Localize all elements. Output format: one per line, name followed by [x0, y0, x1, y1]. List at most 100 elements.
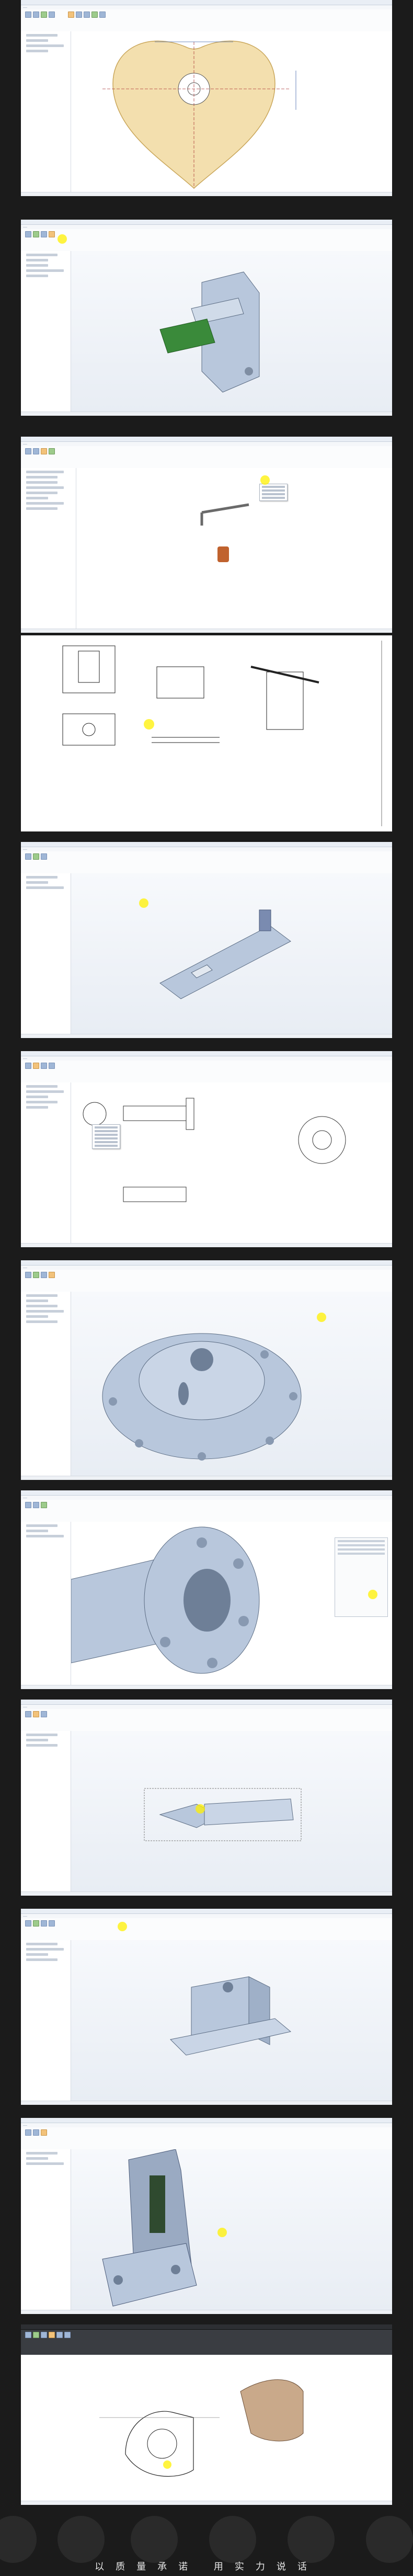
tree-item[interactable]	[26, 1294, 58, 1297]
tool-icon[interactable]	[84, 12, 90, 18]
tool-icon[interactable]	[25, 853, 31, 860]
tool-icon[interactable]	[49, 1063, 55, 1069]
menu-item[interactable]	[23, 849, 27, 850]
graphics-window[interactable]	[71, 1082, 392, 1244]
menu-option[interactable]	[262, 486, 285, 488]
tool-icon[interactable]	[25, 12, 31, 18]
dialog-row[interactable]	[338, 1548, 385, 1551]
side-view[interactable]	[156, 666, 204, 699]
plate-body[interactable]	[159, 925, 291, 999]
tree-item[interactable]	[26, 471, 64, 473]
tree-item[interactable]	[26, 881, 48, 884]
tool-icon[interactable]	[41, 1711, 47, 1717]
tool-icon[interactable]	[41, 231, 47, 237]
tree-item[interactable]	[26, 50, 48, 52]
tree-item[interactable]	[26, 254, 58, 256]
graphics-window[interactable]	[71, 251, 392, 412]
graphics-window[interactable]	[71, 1731, 392, 1892]
menu-option[interactable]	[95, 1145, 118, 1147]
nut-part[interactable]	[217, 546, 229, 562]
tree-item[interactable]	[26, 1101, 58, 1103]
tool-icon[interactable]	[33, 12, 39, 18]
tree-item[interactable]	[26, 1320, 58, 1323]
shaft-end-view[interactable]	[83, 1102, 107, 1126]
graphics-window[interactable]	[71, 31, 392, 192]
rod-part[interactable]	[201, 503, 249, 514]
tree-item[interactable]	[26, 1310, 64, 1313]
tool-icon[interactable]	[25, 1063, 31, 1069]
tool-icon[interactable]	[25, 1920, 31, 1927]
tool-icon[interactable]	[25, 1711, 31, 1717]
graphics-window[interactable]	[21, 2355, 392, 2501]
tree-item[interactable]	[26, 1739, 48, 1741]
tool-icon[interactable]	[76, 12, 82, 18]
menu-item[interactable]	[23, 7, 27, 8]
tree-item[interactable]	[26, 886, 64, 889]
tool-icon[interactable]	[25, 231, 31, 237]
tool-icon[interactable]	[33, 1502, 39, 1508]
tool-icon[interactable]	[33, 2129, 39, 2136]
tree-item[interactable]	[26, 502, 64, 505]
tree-item[interactable]	[26, 275, 48, 277]
tree-item[interactable]	[26, 497, 48, 499]
top-view[interactable]	[62, 713, 116, 746]
tool-icon[interactable]	[25, 2332, 31, 2338]
tool-icon[interactable]	[49, 1920, 55, 1927]
graphics-window[interactable]	[71, 1940, 392, 2101]
tool-icon[interactable]	[41, 1063, 47, 1069]
tree-item[interactable]	[26, 1535, 64, 1537]
graphics-window[interactable]	[71, 873, 392, 1034]
menu-item[interactable]	[23, 1058, 27, 1059]
tree-item[interactable]	[26, 1085, 58, 1088]
menu-option[interactable]	[95, 1137, 118, 1139]
menu-option[interactable]	[95, 1126, 118, 1129]
tree-item[interactable]	[26, 1958, 58, 1961]
tool-icon[interactable]	[25, 1272, 31, 1278]
hub-isometric[interactable]	[125, 2411, 194, 2477]
menu-option[interactable]	[95, 1130, 118, 1132]
tool-icon[interactable]	[33, 1920, 39, 1927]
tool-icon[interactable]	[49, 448, 55, 454]
tree-item[interactable]	[26, 2162, 64, 2165]
tree-item[interactable]	[26, 1106, 48, 1109]
tree-item[interactable]	[26, 1300, 48, 1302]
tree-item[interactable]	[26, 1090, 64, 1093]
tool-icon[interactable]	[33, 231, 39, 237]
tree-item[interactable]	[26, 492, 58, 494]
front-view[interactable]	[62, 645, 116, 693]
tool-icon[interactable]	[41, 1272, 47, 1278]
tree-item[interactable]	[26, 507, 58, 510]
shaft-side-view[interactable]	[123, 1105, 187, 1121]
tool-icon[interactable]	[25, 2129, 31, 2136]
graphics-window[interactable]	[71, 2149, 392, 2310]
tool-icon[interactable]	[41, 2332, 47, 2338]
tool-icon[interactable]	[33, 1063, 39, 1069]
tree-item[interactable]	[26, 44, 64, 47]
tool-icon[interactable]	[49, 231, 55, 237]
menu-option[interactable]	[262, 493, 285, 495]
tool-icon[interactable]	[33, 853, 39, 860]
tool-icon[interactable]	[91, 12, 98, 18]
tool-icon[interactable]	[33, 1272, 39, 1278]
tree-item[interactable]	[26, 1305, 58, 1307]
dialog-row[interactable]	[338, 1540, 385, 1542]
tool-icon[interactable]	[56, 2332, 63, 2338]
center-taper[interactable]	[204, 1798, 294, 1826]
tree-item[interactable]	[26, 259, 48, 261]
tree-item[interactable]	[26, 39, 48, 42]
context-menu[interactable]	[92, 1124, 120, 1149]
tool-icon[interactable]	[99, 12, 106, 18]
tree-item[interactable]	[26, 269, 64, 272]
tool-icon[interactable]	[41, 1502, 47, 1508]
dialog-row[interactable]	[338, 1553, 385, 1555]
menu-option[interactable]	[262, 489, 285, 492]
popup-menu[interactable]	[259, 484, 288, 501]
tool-icon[interactable]	[33, 2332, 39, 2338]
tree-item[interactable]	[26, 1096, 48, 1098]
feature-dialog[interactable]	[335, 1537, 388, 1617]
tree-item[interactable]	[26, 1948, 64, 1951]
tool-icon[interactable]	[64, 2332, 71, 2338]
tree-item[interactable]	[26, 1530, 48, 1532]
tree-item[interactable]	[26, 1315, 48, 1318]
tree-item[interactable]	[26, 876, 58, 879]
